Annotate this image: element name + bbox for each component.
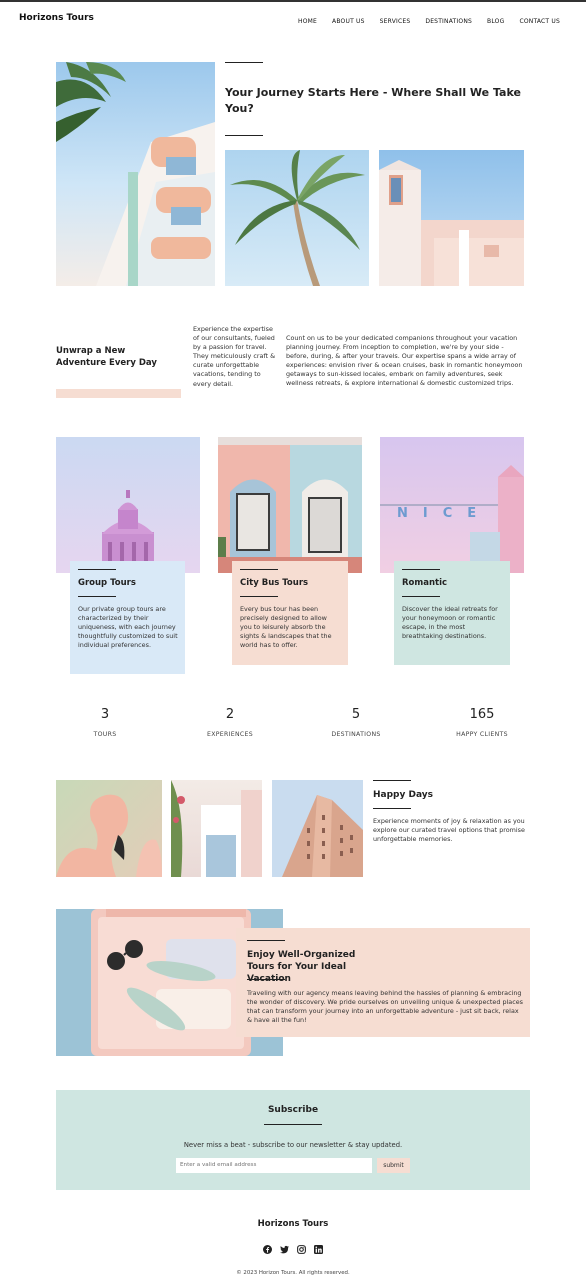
happy-rule-top bbox=[373, 780, 411, 781]
intro-text-col1: Experience the expertise of our consulta… bbox=[193, 325, 276, 388]
card-image-romantic: NICE bbox=[380, 437, 524, 573]
twitter-icon[interactable] bbox=[280, 1245, 289, 1254]
hero-rule-bottom bbox=[225, 135, 263, 136]
card-title-city-bus: City Bus Tours bbox=[240, 578, 309, 588]
nav-destinations[interactable]: DESTINATIONS bbox=[425, 18, 472, 25]
card-rule-bottom bbox=[402, 596, 440, 597]
card-text-group-tours: Our private group tours are characterize… bbox=[78, 605, 178, 650]
nav-about-us[interactable]: ABOUT US bbox=[332, 18, 365, 25]
hero-title: Your Journey Starts Here - Where Shall W… bbox=[225, 86, 521, 115]
footer-brand: Horizons Tours bbox=[257, 1219, 329, 1229]
card-title-romantic: Romantic bbox=[402, 578, 448, 588]
card-text-city-bus: Every bus tour has been precisely design… bbox=[240, 605, 332, 650]
copyright-text: © 2023 Horizon Tours. All rights reserve… bbox=[236, 1270, 350, 1276]
hero-building-image bbox=[56, 62, 215, 286]
top-border bbox=[0, 0, 586, 2]
card-city-bus-tours[interactable]: City Bus Tours Every bus tour has been p… bbox=[232, 561, 348, 665]
nav-services[interactable]: SERVICES bbox=[380, 18, 411, 25]
email-input[interactable] bbox=[176, 1158, 372, 1173]
subscribe-rule bbox=[264, 1124, 322, 1125]
nav-contact-us[interactable]: CONTACT US bbox=[519, 18, 560, 25]
enjoy-text: Traveling with our agency means leaving … bbox=[247, 989, 523, 1025]
nav-home[interactable]: HOME bbox=[298, 18, 317, 25]
card-rule-top bbox=[402, 569, 440, 570]
stat-clients-label: HAPPY CLIENTS bbox=[456, 731, 508, 738]
facebook-icon[interactable] bbox=[263, 1245, 272, 1254]
card-rule-top bbox=[240, 569, 278, 570]
enjoy-rule-bottom bbox=[247, 979, 285, 980]
card-title-group-tours: Group Tours bbox=[78, 578, 136, 588]
stat-experiences-label: EXPERIENCES bbox=[207, 731, 253, 738]
intro-text-col2: Count on us to be your dedicated compani… bbox=[286, 334, 523, 388]
white-street-image bbox=[171, 780, 262, 877]
hero-rule-top bbox=[225, 62, 263, 63]
card-group-tours[interactable]: Group Tours Our private group tours are … bbox=[70, 561, 185, 674]
card-image-group-tours bbox=[56, 437, 200, 573]
palm-tree-image bbox=[225, 150, 369, 286]
brand-logo[interactable]: Horizons Tours bbox=[19, 13, 94, 23]
stat-destinations-label: DESTINATIONS bbox=[331, 731, 381, 738]
main-nav: HOME ABOUT US SERVICES DESTINATIONS BLOG… bbox=[298, 18, 560, 25]
intro-heading: Unwrap a New Adventure Every Day bbox=[56, 346, 157, 368]
nice-sign-text: NICE bbox=[397, 506, 491, 521]
card-rule-bottom bbox=[240, 596, 278, 597]
enjoy-rule-top bbox=[247, 940, 285, 941]
card-rule-top bbox=[78, 569, 116, 570]
stat-clients-number: 165 bbox=[469, 707, 495, 722]
subscribe-section: Subscribe Never miss a beat - subscribe … bbox=[56, 1090, 530, 1190]
stat-tours-label: TOURS bbox=[93, 731, 117, 738]
happy-title: Happy Days bbox=[373, 790, 433, 800]
stat-destinations-number: 5 bbox=[351, 707, 361, 722]
social-links bbox=[263, 1245, 323, 1254]
card-rule-bottom bbox=[78, 596, 116, 597]
card-romantic[interactable]: Romantic Discover the ideal retreats for… bbox=[394, 561, 510, 665]
linkedin-icon[interactable] bbox=[314, 1245, 323, 1254]
instagram-icon[interactable] bbox=[297, 1245, 306, 1254]
intro-accent-bar bbox=[56, 389, 181, 398]
stat-tours-number: 3 bbox=[100, 707, 110, 722]
pink-building-image bbox=[379, 150, 524, 286]
card-image-city-bus bbox=[218, 437, 362, 573]
subscribe-title: Subscribe bbox=[267, 1105, 319, 1115]
happy-rule-bottom bbox=[373, 808, 411, 809]
submit-button[interactable]: submit bbox=[377, 1158, 410, 1173]
happy-text: Experience moments of joy & relaxation a… bbox=[373, 817, 525, 844]
flamingo-image bbox=[56, 780, 162, 877]
nav-blog[interactable]: BLOG bbox=[487, 18, 504, 25]
flatiron-building-image bbox=[272, 780, 363, 877]
stat-experiences-number: 2 bbox=[225, 707, 235, 722]
enjoy-panel: Enjoy Well-Organized Tours for Your Idea… bbox=[236, 928, 530, 1037]
card-text-romantic: Discover the ideal retreats for your hon… bbox=[402, 605, 498, 641]
subscribe-text: Never miss a beat - subscribe to our new… bbox=[183, 1141, 403, 1149]
